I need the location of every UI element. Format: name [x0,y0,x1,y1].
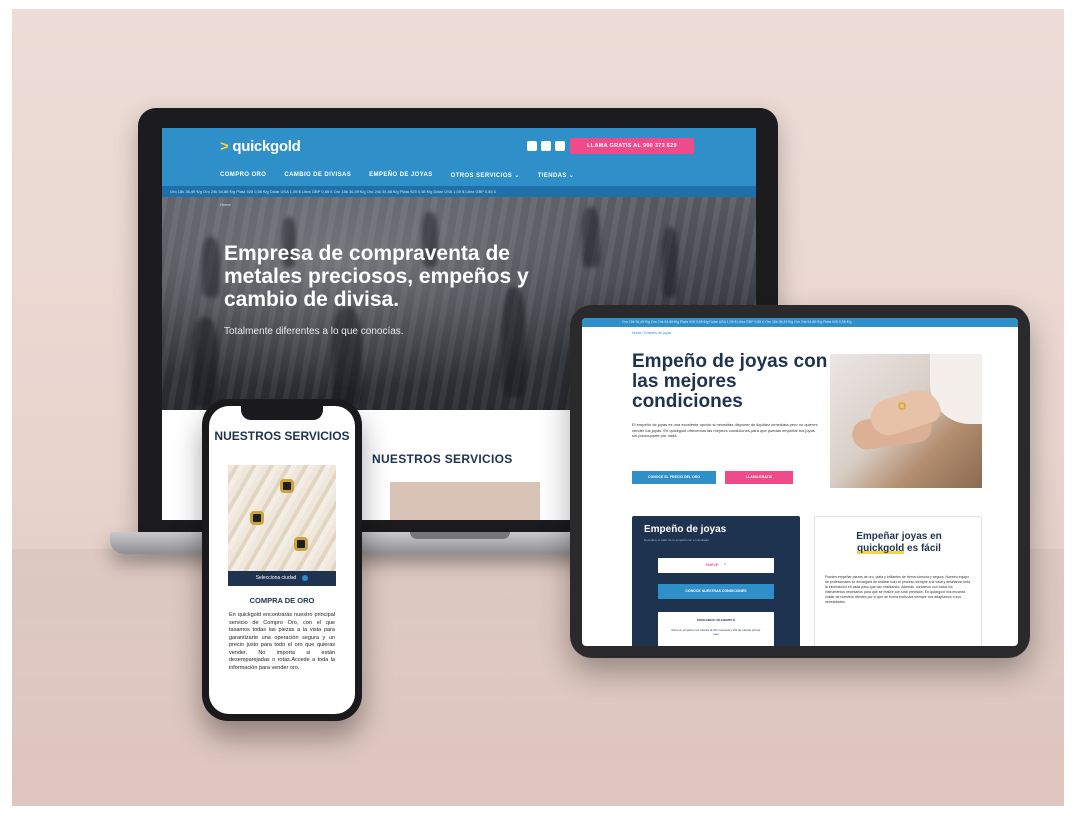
breadcrumb[interactable]: Home [220,202,231,207]
hero-person-figure [192,317,218,407]
service-card-image[interactable] [390,482,540,520]
ring-icon [250,511,264,525]
ring-icon [294,537,308,551]
services-title: NUESTROS SERVICIOS [372,452,513,466]
laptop-notch [410,532,510,539]
logo-text: quickgold [232,138,301,155]
laptop-header: > quickgold LLAMA GRATIS AL 900 373 629 [162,128,756,164]
example-box: PONGAMOS UN EJEMPLO Para un empeño con i… [658,612,774,646]
logo-arrow-icon: > [220,138,229,155]
linkedin-icon[interactable] [527,141,537,151]
example-title: PONGAMOS UN EJEMPLO [696,618,736,622]
price-ticker: Oro 18k 36,49 €/g Oro 24k 54,88 €/g Plat… [582,318,1018,327]
phone-screen: NUESTROS SERVICIOS Selecciona ciudad COM… [209,406,355,714]
conditions-button[interactable]: CONOCE NUESTRAS CONDICIONES [658,584,774,599]
services-title: NUESTROS SERVICIOS [214,429,350,443]
hero-person-figure [582,207,600,267]
section-title: COMPRA DE ORO [249,596,315,605]
quickgold-logo[interactable]: > quickgold [220,138,301,155]
price-ticker: Oro 18k 36,49 €/g Oro 24k 54,88 €/g Plat… [162,186,756,197]
example-text: Para un empeño con interés al 0% mensual… [671,628,761,636]
gold-rings-photo [228,465,336,571]
main-nav: COMPRO ORO CAMBIO DE DIVISAS EMPEÑO DE J… [162,164,756,186]
nav-item-compro-oro[interactable]: COMPRO ORO [220,172,266,178]
nav-item-empeno-joyas[interactable]: EMPEÑO DE JOYAS [369,172,432,178]
gold-price-button[interactable]: CONOCE EL PRECIO DEL ORO [632,471,716,484]
instagram-icon[interactable] [555,141,565,151]
chevron-down-icon [302,574,309,581]
simulator-title: Empeño de joyas [644,524,727,535]
nav-item-cambio-divisas[interactable]: CAMBIO DE DIVISAS [284,172,351,178]
call-free-button[interactable]: LLAMA GRATIS AL 900 373 629 [570,138,694,154]
chevron-up-icon: ^ [723,563,726,567]
info-title-line1: Empeñar joyas en [856,531,942,542]
info-title-line2: es fácil [904,543,941,554]
ring-icon [280,479,294,493]
hero-person-figure [662,227,678,297]
tablet-screen: Oro 18k 36,49 €/g Oro 24k 54,88 €/g Plat… [582,318,1018,646]
call-free-button[interactable]: LLAMA GRATIS [725,471,793,484]
city-select[interactable]: Selecciona ciudad [228,571,336,586]
pawn-info-card: Empeñar joyas en quickgold es fácil Pued… [814,516,982,646]
page-title: Empeño de joyas con las mejores condicio… [632,351,828,412]
info-card-body: Puedes empeñar piezas de oro, plata y br… [825,575,971,604]
karat-select[interactable]: NUEVE ^ [658,558,774,573]
info-title-brand: quickgold [857,543,905,554]
section-body: En quickgold encontrarás nuestro princip… [229,612,335,671]
hero-subtitle: Totalmente diferentes a lo que conocías. [224,326,404,337]
city-select-label: Selecciona ciudad [255,575,297,581]
social-links [527,141,565,151]
breadcrumb[interactable]: Home / Empeño de joyas [632,331,671,335]
nav-item-tiendas[interactable]: TIENDAS ⌄ [538,172,575,179]
hero-title: Empresa de compraventa de metales precio… [224,242,529,311]
karat-select-value: NUEVE [706,563,719,567]
intro-text: El empeño de joyas es una excelente opci… [632,422,818,438]
hero-person-figure [332,307,362,407]
phone-notch [241,406,323,420]
info-card-title: Empeñar joyas en quickgold es fácil [815,531,983,555]
ring-icon [898,402,906,410]
facebook-icon[interactable] [541,141,551,151]
simulator-subtitle: Descubre el valor de tu empeño con el si… [644,538,710,542]
nav-item-otros-servicios[interactable]: OTROS SERVICIOS ⌄ [451,172,520,179]
pawn-simulator-card: Empeño de joyas Descubre el valor de tu … [632,516,800,646]
hero-person-figure [202,237,220,297]
jewelry-hands-photo [830,354,982,488]
